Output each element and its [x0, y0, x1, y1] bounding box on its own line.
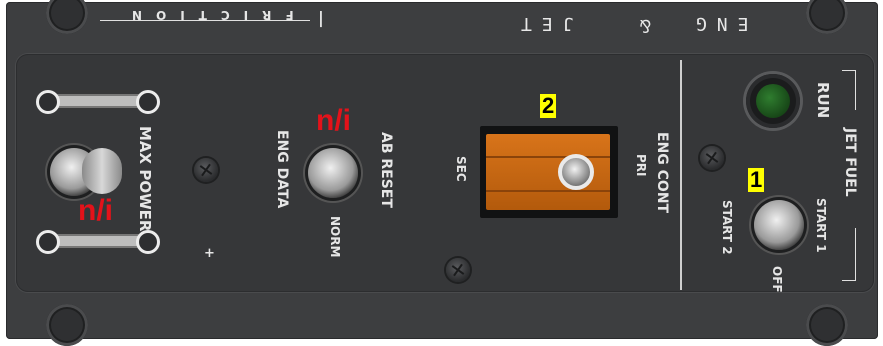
jet-fuel-divider — [680, 60, 682, 290]
pri-label: PRI — [634, 154, 648, 177]
jet-fuel-start-switch[interactable] — [754, 200, 804, 250]
jet-fuel-bracket-vert-top — [855, 70, 856, 110]
max-power-toggle-base — [82, 148, 122, 194]
ab-reset-ni-annotation: n/i — [316, 104, 351, 137]
run-label: RUN — [814, 82, 832, 119]
header-tick: | — [318, 8, 324, 27]
guard-post-top-right — [136, 90, 160, 114]
corner-screw-top-left — [46, 0, 88, 34]
friction-label: FRICTION — [100, 8, 310, 32]
eng-cont-toggle[interactable] — [558, 154, 594, 190]
header-amp-label: & — [636, 15, 651, 36]
ab-reset-switch[interactable] — [308, 148, 358, 198]
guard-post-bottom-right — [136, 230, 160, 254]
eng-data-label: ENG DATA — [274, 130, 290, 209]
corner-screw-top-right — [806, 0, 848, 34]
guard-post-top-left — [36, 90, 60, 114]
jet-fuel-bracket-bottom — [842, 280, 856, 281]
max-power-ni-annotation: n/i — [78, 194, 113, 227]
corner-screw-bottom-left — [46, 304, 88, 346]
header-eng-label: ENG — [686, 13, 749, 34]
jet-fuel-bracket-top — [842, 70, 856, 71]
screw-bottom-center — [446, 258, 470, 282]
sec-label: SEC — [454, 156, 468, 182]
screw-left — [194, 158, 218, 182]
ab-reset-label: AB RESET — [378, 132, 394, 208]
eng-cont-guard[interactable] — [486, 134, 610, 210]
jet-fuel-label: JET FUEL — [842, 128, 858, 197]
eng-cont-label: ENG CONT — [654, 132, 670, 214]
engine-start-panel: FRICTION | START JET & ENG MAX POWER n/i… — [6, 0, 878, 346]
screw-right — [700, 146, 724, 170]
plus-mark: + — [204, 246, 215, 261]
guard-post-bottom-left — [36, 230, 60, 254]
run-light — [746, 74, 800, 128]
annotation-1: 1 — [748, 167, 765, 192]
annotation-2: 2 — [540, 93, 557, 118]
start1-label: START 1 — [814, 198, 828, 253]
off-label: OFF — [770, 266, 784, 293]
jet-fuel-bracket-vert-bottom — [855, 228, 856, 280]
max-power-label: MAX POWER — [136, 126, 154, 232]
corner-screw-bottom-right — [806, 304, 848, 346]
norm-label: NORM — [328, 216, 342, 258]
header-jet-label: JET — [511, 13, 574, 34]
start2-label: START 2 — [720, 200, 734, 255]
